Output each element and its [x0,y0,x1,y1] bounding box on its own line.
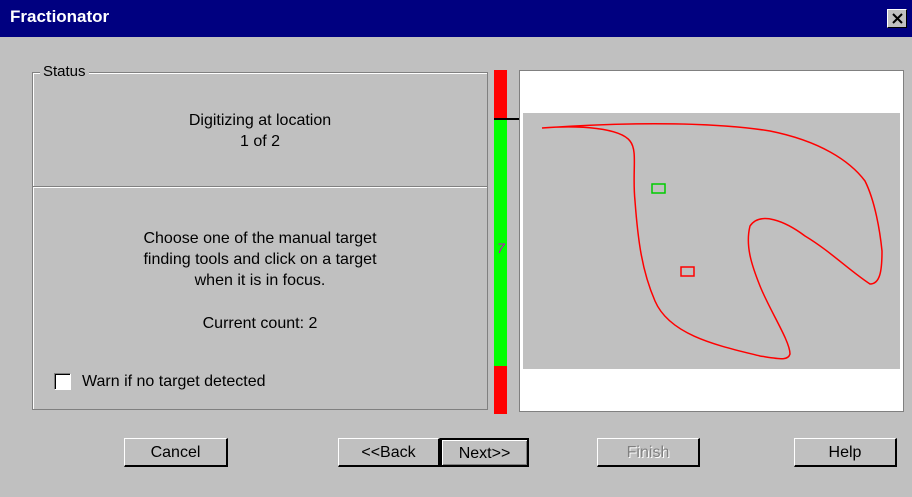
close-icon [892,13,903,24]
status-group-label: Status [40,63,89,80]
focus-bar-label: 7 [497,240,505,256]
warn-no-target-label[interactable]: Warn if no target detected [82,373,266,391]
location-status: Digitizing at location 1 of 2 [33,110,487,152]
location-status-line2: 1 of 2 [239,133,281,150]
instruction-line3: when it is in focus. [194,272,326,289]
help-button[interactable]: Help [794,438,897,467]
focus-bar-out-of-range-top [494,70,507,120]
finish-button[interactable]: Finish [597,438,700,467]
focus-position-marker [494,118,520,120]
next-button[interactable]: Next>> [440,438,529,467]
contour-drawing [541,122,883,360]
contour-preview [519,70,904,412]
instruction-line1: Choose one of the manual target [143,230,377,247]
current-target-marker [680,266,695,277]
current-count: Current count: 2 [202,315,318,332]
counted-target-marker [651,183,666,194]
fractionator-dialog: Fractionator Status Digitizing at locati… [0,0,912,497]
status-divider [33,186,487,188]
focus-bar-out-of-range-bottom [494,366,507,414]
window-title: Fractionator [10,7,110,26]
location-status-line1: Digitizing at location [188,112,332,129]
warn-no-target-checkbox[interactable] [54,373,71,390]
cancel-button[interactable]: Cancel [124,438,228,467]
close-button[interactable] [887,9,907,28]
instruction-text: Choose one of the manual target finding … [33,228,487,291]
back-button[interactable]: <<Back [338,438,440,467]
instruction-line2: finding tools and click on a target [143,251,377,268]
region-contour [541,122,883,360]
title-bar: Fractionator [0,0,912,37]
